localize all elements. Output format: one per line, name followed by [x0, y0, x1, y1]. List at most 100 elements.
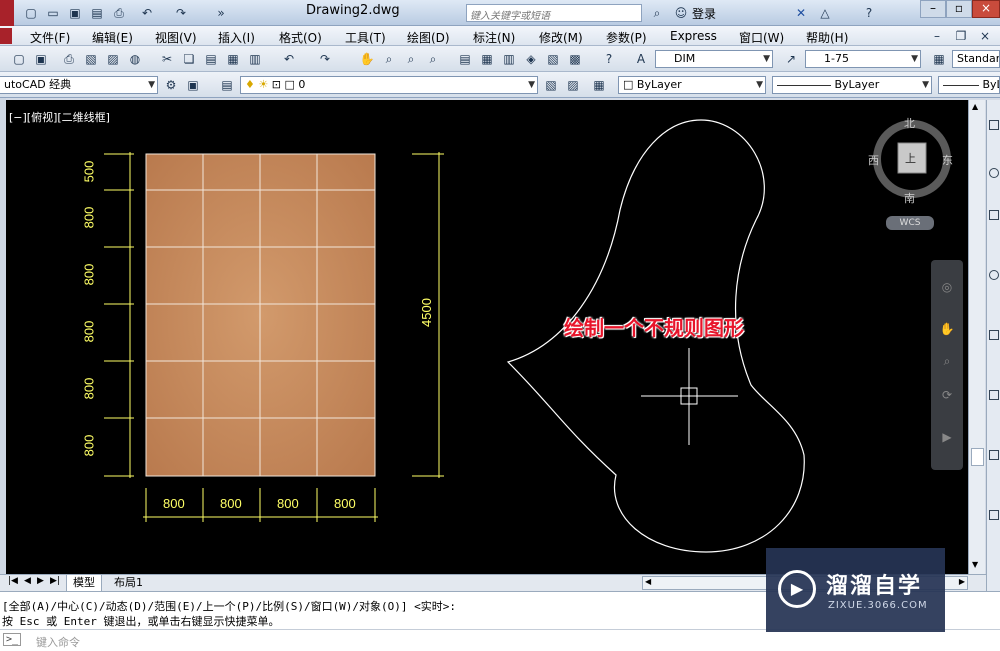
layer-previous-icon[interactable]: ▨: [564, 76, 582, 94]
new-file-icon[interactable]: ▢: [22, 4, 40, 22]
workspace-settings-icon[interactable]: ⚙: [162, 76, 180, 94]
save-as-icon[interactable]: ▤: [88, 4, 106, 22]
publish-icon[interactable]: ▨: [104, 50, 122, 68]
save-icon[interactable]: ▣: [66, 4, 84, 22]
zoom-nav-icon[interactable]: ⌕: [938, 352, 956, 370]
plot-icon[interactable]: ⎙: [60, 50, 78, 68]
close-button[interactable]: ×: [972, 0, 1000, 18]
sheet-set-icon[interactable]: ◈: [522, 50, 540, 68]
tool-palettes-icon[interactable]: ▥: [500, 50, 518, 68]
tab-nav-first-icon[interactable]: |◀: [8, 576, 18, 586]
command-input[interactable]: >_ 键入命令: [0, 629, 1000, 650]
menu-draw[interactable]: 绘图(D): [407, 29, 450, 46]
orbit-nav-icon[interactable]: ⟳: [938, 386, 956, 404]
zoom-realtime-icon[interactable]: ⌕: [380, 50, 398, 68]
drawing-canvas[interactable]: [−][俯视][二维线框]: [6, 100, 972, 574]
quickcalc-icon[interactable]: ▩: [566, 50, 584, 68]
scale-select[interactable]: 1-75▼: [805, 50, 921, 68]
pan-nav-icon[interactable]: ✋: [938, 320, 956, 338]
print-icon[interactable]: ⎙: [110, 4, 128, 22]
table-style-icon[interactable]: ▦: [930, 50, 948, 68]
scroll-right-icon[interactable]: ▶: [959, 577, 965, 586]
scroll-up-icon[interactable]: ▲: [972, 102, 978, 111]
tab-model[interactable]: 模型: [66, 575, 102, 592]
help-icon[interactable]: ?: [860, 4, 878, 22]
hatch-tool-icon[interactable]: [989, 330, 999, 340]
tab-nav-next-icon[interactable]: ▶: [37, 576, 44, 586]
vertical-scrollbar[interactable]: ▲ ▼: [968, 100, 985, 574]
menu-help[interactable]: 帮助(H): [806, 29, 848, 46]
pan-icon[interactable]: ✋: [358, 50, 376, 68]
preview-icon[interactable]: ▧: [82, 50, 100, 68]
viewcube-north[interactable]: 北: [904, 115, 915, 131]
exchange-icon[interactable]: ✕: [792, 4, 810, 22]
doc-minimize-icon[interactable]: –: [928, 27, 946, 45]
design-center-icon[interactable]: ▦: [478, 50, 496, 68]
user-icon[interactable]: ☺: [672, 4, 690, 22]
undo-tb-icon[interactable]: ↶: [280, 50, 298, 68]
cut-icon[interactable]: ✂: [158, 50, 176, 68]
circle-tool-icon[interactable]: [989, 270, 999, 280]
viewcube-west[interactable]: 西: [868, 152, 879, 168]
zoom-window-icon[interactable]: ⌕: [402, 50, 420, 68]
menu-view[interactable]: 视图(V): [155, 29, 197, 46]
workspace-save-icon[interactable]: ▣: [184, 76, 202, 94]
workspace-select[interactable]: utoCAD 经典▼: [0, 76, 158, 94]
menu-parametric[interactable]: 参数(P): [606, 29, 647, 46]
zoom-previous-icon[interactable]: ⌕: [424, 50, 442, 68]
menu-window[interactable]: 窗口(W): [739, 29, 784, 46]
new-icon[interactable]: ▢: [10, 50, 28, 68]
markup-icon[interactable]: ▧: [544, 50, 562, 68]
dimstyle-select[interactable]: DIM▼: [655, 50, 773, 68]
layer-select[interactable]: ♦ ☀ ⊡ □ 0 ▼: [240, 76, 538, 94]
menu-app-icon[interactable]: [0, 28, 12, 44]
properties-icon[interactable]: ▤: [456, 50, 474, 68]
lineweight-select[interactable]: ByL: [938, 76, 1000, 94]
redo-tb-icon[interactable]: ↷: [316, 50, 334, 68]
menu-dimension[interactable]: 标注(N): [473, 29, 515, 46]
showmotion-icon[interactable]: ▶: [938, 428, 956, 446]
wcs-menu[interactable]: WCS: [886, 216, 934, 230]
copy-icon[interactable]: ❏: [180, 50, 198, 68]
menu-format[interactable]: 格式(O): [279, 29, 322, 46]
menu-express[interactable]: Express: [670, 29, 717, 43]
match-properties-icon[interactable]: ▦: [224, 50, 242, 68]
maximize-button[interactable]: ▫: [946, 0, 972, 18]
viewcube-south[interactable]: 南: [904, 190, 915, 206]
scroll-left-icon[interactable]: ◀: [645, 577, 651, 586]
linetype-select[interactable]: ByLayer▼: [772, 76, 932, 94]
login-link[interactable]: 登录: [692, 5, 716, 22]
arc-tool-icon[interactable]: [989, 168, 999, 178]
doc-restore-icon[interactable]: ❐: [952, 27, 970, 45]
undo-icon[interactable]: ↶: [138, 4, 156, 22]
tab-layout1[interactable]: 布局1: [108, 575, 149, 591]
layer-manager-icon[interactable]: ▤: [218, 76, 236, 94]
rect-tool-icon[interactable]: [989, 210, 999, 220]
text-tool-icon[interactable]: [989, 450, 999, 460]
tab-nav-last-icon[interactable]: ▶|: [50, 576, 60, 586]
color-select[interactable]: □ ByLayer▼: [618, 76, 766, 94]
make-current-icon[interactable]: ▧: [542, 76, 560, 94]
save-tb-icon[interactable]: ▣: [32, 50, 50, 68]
viewcube-east[interactable]: 东: [942, 152, 953, 168]
minimize-button[interactable]: –: [920, 0, 946, 18]
table-tool-icon[interactable]: [989, 510, 999, 520]
viewcube-top[interactable]: 上: [905, 150, 916, 166]
scroll-down-icon[interactable]: ▼: [972, 560, 978, 569]
binoculars-icon[interactable]: ⌕: [648, 4, 666, 22]
dim-style-icon[interactable]: ↗: [782, 50, 800, 68]
doc-close-icon[interactable]: ×: [976, 27, 994, 45]
3d-dwf-icon[interactable]: ◍: [126, 50, 144, 68]
steering-wheel-icon[interactable]: ◎: [938, 278, 956, 296]
line-tool-icon[interactable]: [989, 120, 999, 130]
community-icon[interactable]: △: [816, 4, 834, 22]
scroll-thumb[interactable]: [971, 448, 984, 466]
spline-tool-icon[interactable]: [989, 390, 999, 400]
menu-modify[interactable]: 修改(M): [539, 29, 583, 46]
more-icon[interactable]: »: [212, 4, 230, 22]
block-editor-icon[interactable]: ▥: [246, 50, 264, 68]
app-menu-button[interactable]: [0, 0, 14, 26]
open-folder-icon[interactable]: ▭: [44, 4, 62, 22]
layer-state-icon[interactable]: ▦: [590, 76, 608, 94]
text-style-icon[interactable]: A: [632, 50, 650, 68]
